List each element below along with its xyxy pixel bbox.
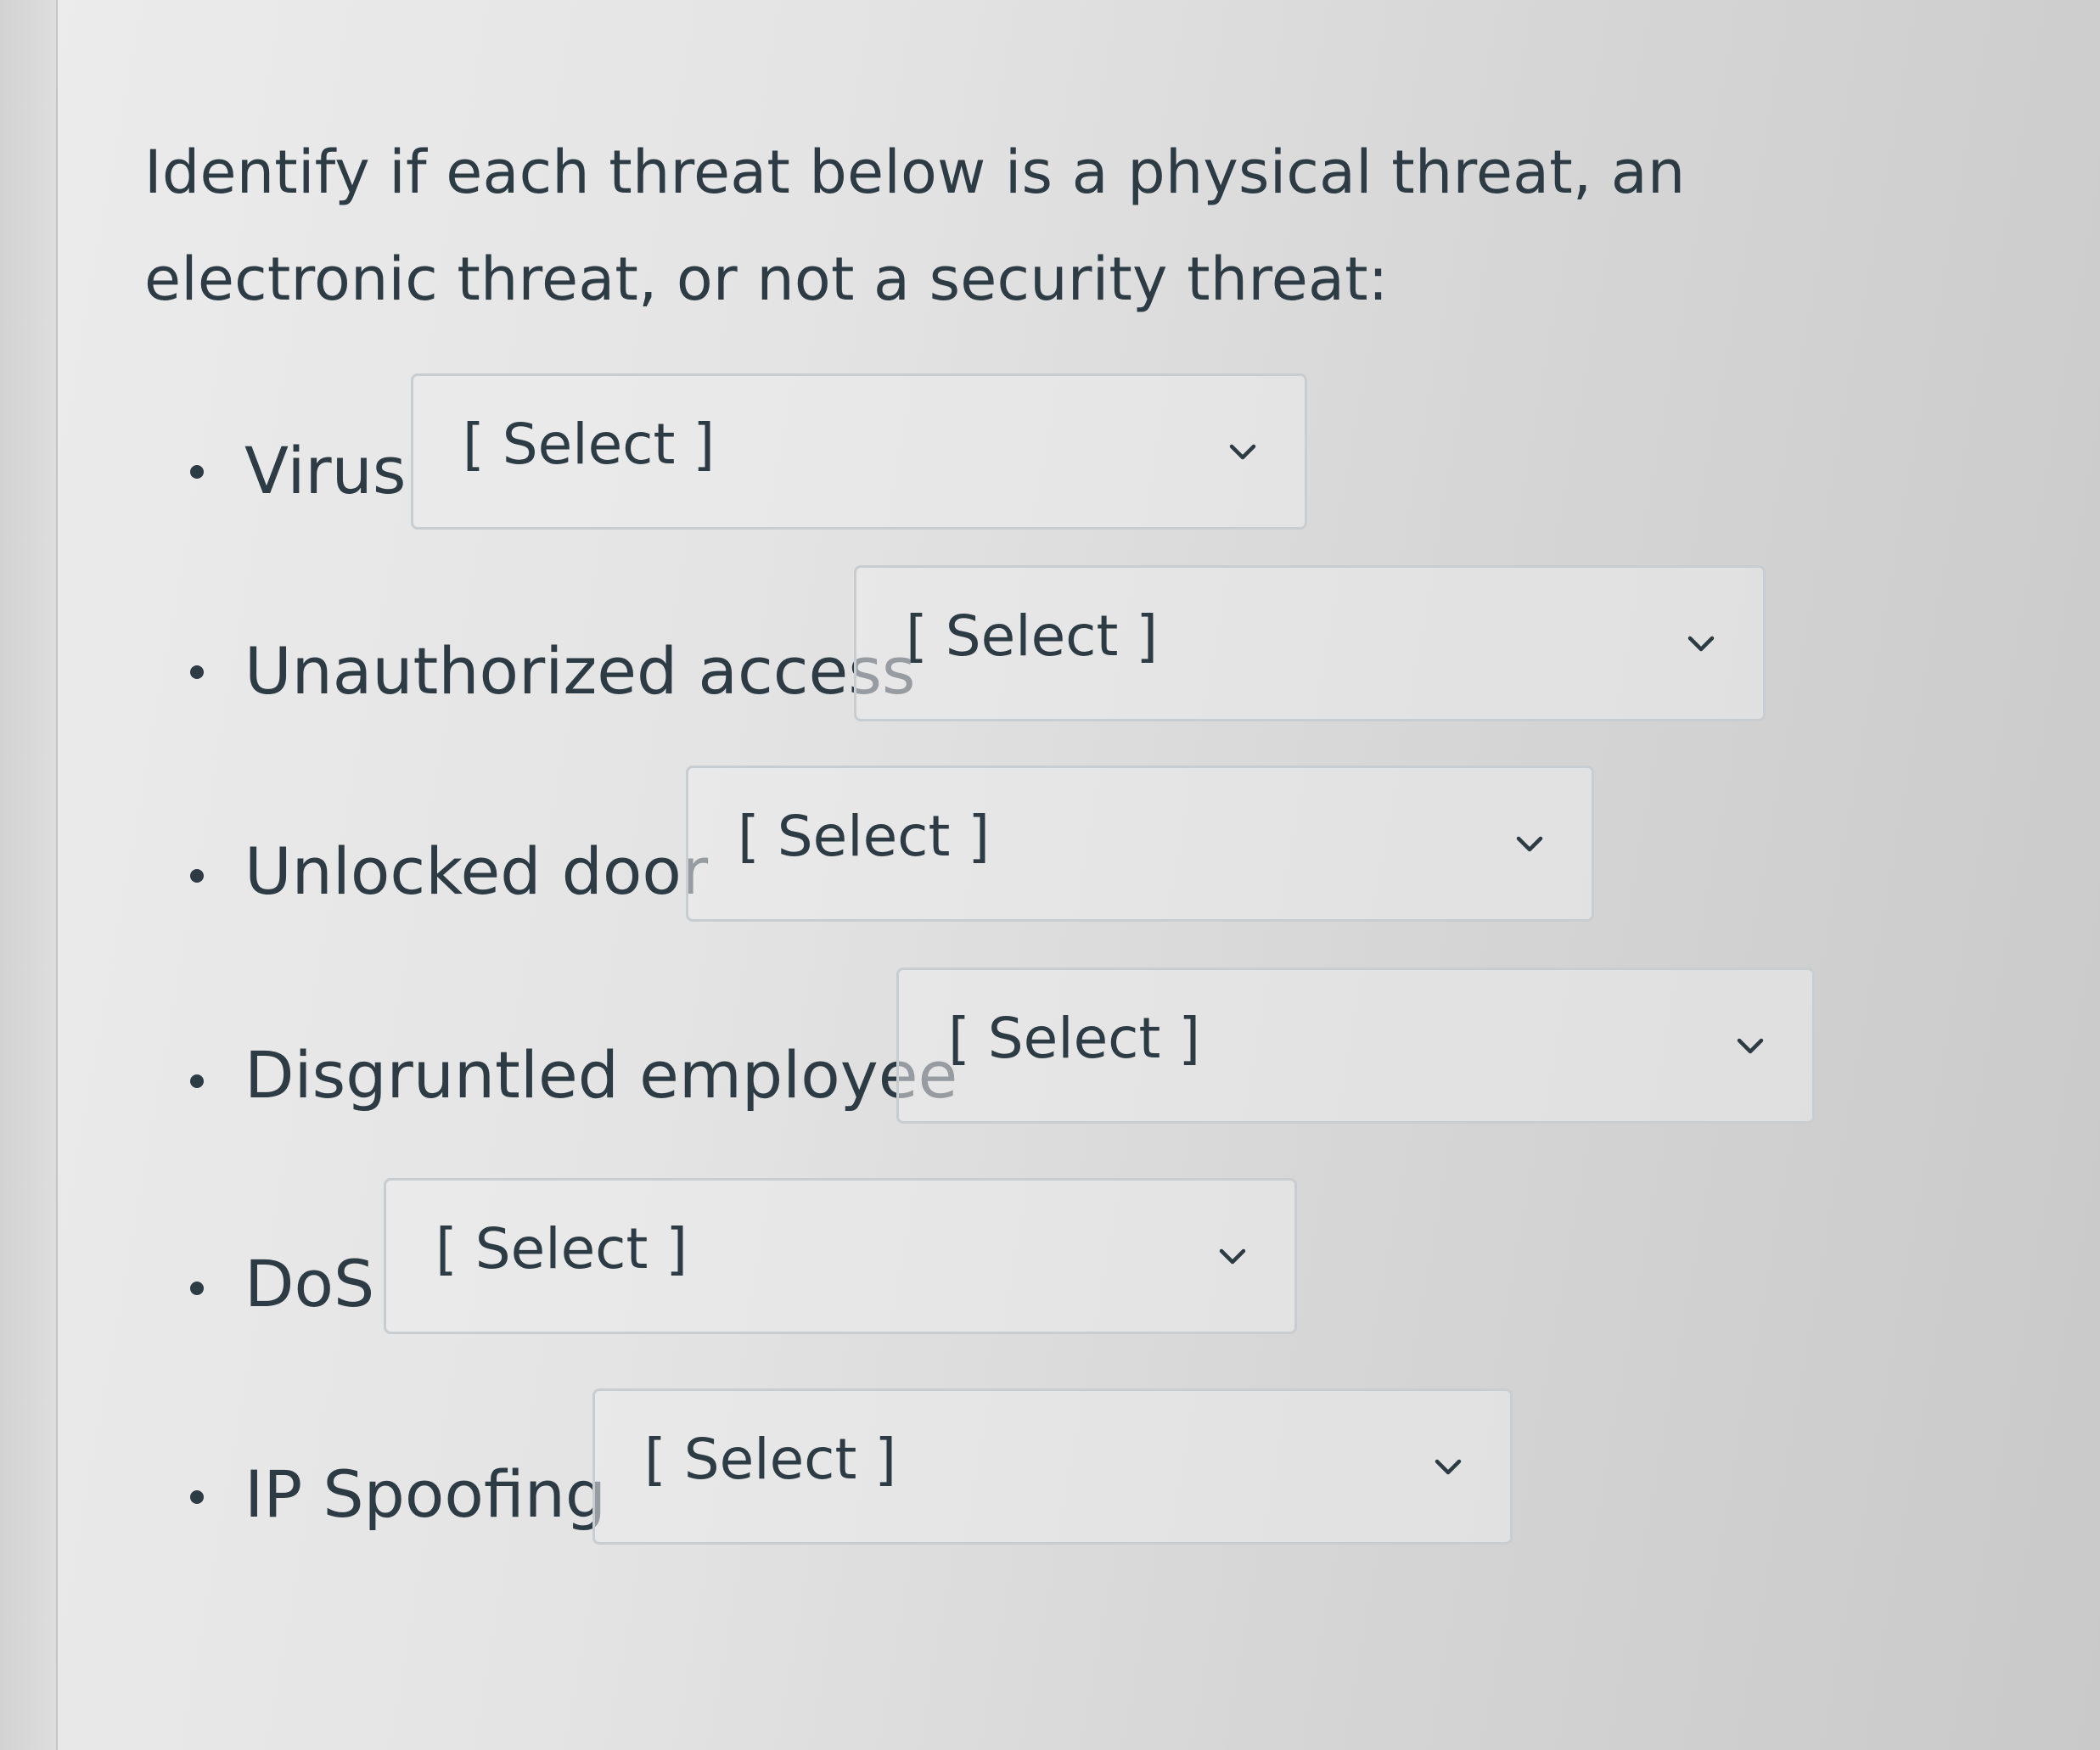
question-text: Identify if each threat below is a physi… (144, 137, 1686, 314)
select-value: [ Select ] (435, 1216, 688, 1282)
select-unauthorized-access[interactable]: [ Select ] (854, 565, 1766, 721)
bullet-dot (190, 665, 204, 679)
select-value: [ Select ] (906, 603, 1159, 669)
chevron-down-icon (1515, 829, 1544, 858)
select-value: [ Select ] (738, 804, 991, 869)
list-item-virus: Virus [ Select ] (0, 373, 1867, 535)
item-label: DoS (244, 1246, 375, 1321)
bullet-dot (190, 869, 204, 883)
list-item-ip-spoofing: IP Spoofing [ Select ] (0, 1388, 1867, 1550)
select-value: [ Select ] (948, 1006, 1201, 1071)
chevron-down-icon (1687, 629, 1715, 658)
select-dos[interactable]: [ Select ] (384, 1178, 1297, 1334)
select-disgruntled-employee[interactable]: [ Select ] (896, 968, 1815, 1124)
list-item-dos: DoS [ Select ] (0, 1178, 1867, 1339)
chevron-down-icon (1228, 437, 1257, 466)
item-label: Unauthorized access (244, 633, 916, 709)
select-value: [ Select ] (644, 1427, 897, 1492)
item-label: Disgruntled employee (244, 1037, 958, 1113)
list-item-disgruntled-employee: Disgruntled employee [ Select ] (0, 968, 1867, 1129)
item-label: Virus (244, 433, 407, 508)
item-label: IP Spoofing (244, 1456, 607, 1532)
item-label: Unlocked door (244, 833, 709, 909)
select-ip-spoofing[interactable]: [ Select ] (592, 1388, 1513, 1545)
chevron-down-icon (1434, 1452, 1463, 1481)
bullet-dot (190, 1074, 204, 1088)
chevron-down-icon (1736, 1031, 1765, 1060)
bullet-dot (190, 465, 204, 479)
bullet-dot (190, 1282, 204, 1295)
select-value: [ Select ] (463, 412, 716, 477)
bullet-dot (190, 1490, 204, 1504)
chevron-down-icon (1218, 1242, 1247, 1270)
select-virus[interactable]: [ Select ] (411, 373, 1307, 530)
select-unlocked-door[interactable]: [ Select ] (686, 766, 1594, 922)
list-item-unauthorized-access: Unauthorized access [ Select ] (0, 565, 1867, 726)
list-item-unlocked-door: Unlocked door [ Select ] (0, 766, 1867, 927)
